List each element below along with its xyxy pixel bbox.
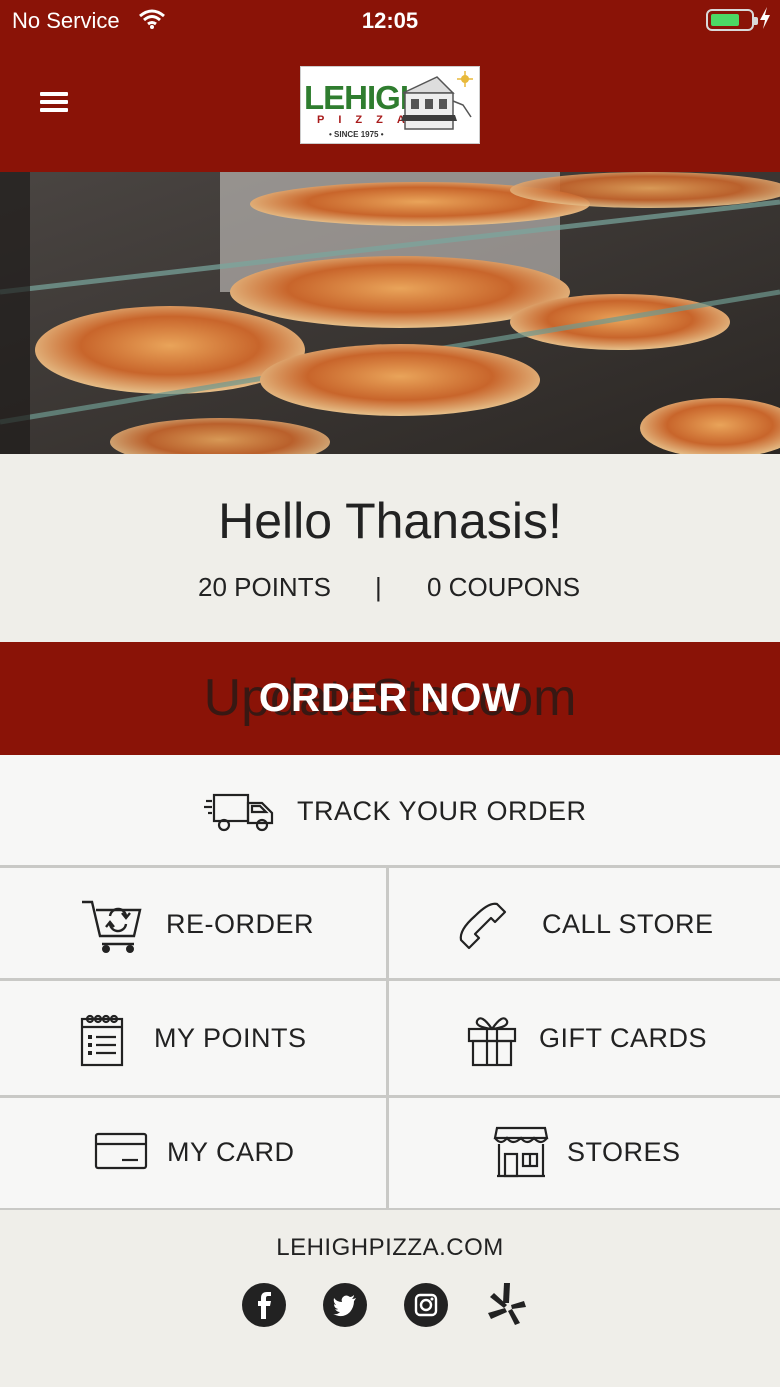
footer: LEHIGHPIZZA.COM <box>0 1210 780 1387</box>
stores-label: STORES <box>567 1137 681 1167</box>
divider <box>386 868 389 978</box>
phone-icon <box>459 902 507 950</box>
stats-separator: | <box>375 572 382 602</box>
battery-icon <box>706 9 758 31</box>
points-count[interactable]: 20 POINTS <box>198 572 331 603</box>
lehigh-pizza-logo: LEHIGH PIZZA • SINCE 1975 • <box>300 66 480 144</box>
call-store-button[interactable]: CALL STORE <box>389 868 780 978</box>
storefront-illustration <box>401 71 473 130</box>
reorder-button[interactable]: RE-ORDER <box>0 868 386 978</box>
delivery-truck-icon <box>204 793 274 832</box>
stores-button[interactable]: STORES <box>389 1098 780 1208</box>
order-now-label: ORDER NOW <box>258 676 522 720</box>
greeting-section: Hello Thanasis! 20 POINTS | 0 COUPONS <box>0 454 780 642</box>
yelp-icon[interactable] <box>486 1281 528 1327</box>
divider <box>386 1098 389 1208</box>
hero-pizza-image <box>0 172 780 454</box>
status-bar: No Service 12:05 <box>0 0 780 42</box>
app-header: No Service 12:05 LEHIGH PIZZA • SINCE 19… <box>0 0 780 172</box>
my-points-button[interactable]: MY POINTS <box>0 981 386 1095</box>
coupons-count[interactable]: 0 COUPONS <box>427 572 580 603</box>
clock: 12:05 <box>361 8 419 33</box>
track-order-label: TRACK YOUR ORDER <box>297 796 587 826</box>
my-card-label: MY CARD <box>167 1137 295 1167</box>
notepad-icon <box>80 1014 124 1067</box>
facebook-icon[interactable] <box>242 1283 286 1327</box>
track-order-button[interactable]: TRACK YOUR ORDER <box>0 755 780 865</box>
divider <box>386 981 389 1095</box>
greeting-title: Hello Thanasis! <box>218 493 562 549</box>
website-link[interactable]: LEHIGHPIZZA.COM <box>0 1234 780 1262</box>
gift-icon <box>467 1017 517 1067</box>
reorder-label: RE-ORDER <box>166 909 315 939</box>
gift-cards-button[interactable]: GIFT CARDS <box>389 981 780 1095</box>
order-now-button[interactable]: UpdateStar.com ORDER NOW <box>0 642 780 755</box>
instagram-icon[interactable] <box>404 1283 448 1327</box>
my-points-label: MY POINTS <box>154 1023 307 1053</box>
cart-reload-icon <box>82 900 142 953</box>
charging-icon <box>760 7 770 29</box>
gift-cards-label: GIFT CARDS <box>539 1023 708 1053</box>
call-store-label: CALL STORE <box>542 909 714 939</box>
my-card-button[interactable]: MY CARD <box>0 1098 386 1208</box>
twitter-icon[interactable] <box>323 1283 367 1327</box>
hamburger-icon[interactable] <box>40 92 74 118</box>
credit-card-icon <box>94 1132 148 1170</box>
storefront-icon <box>493 1126 549 1178</box>
